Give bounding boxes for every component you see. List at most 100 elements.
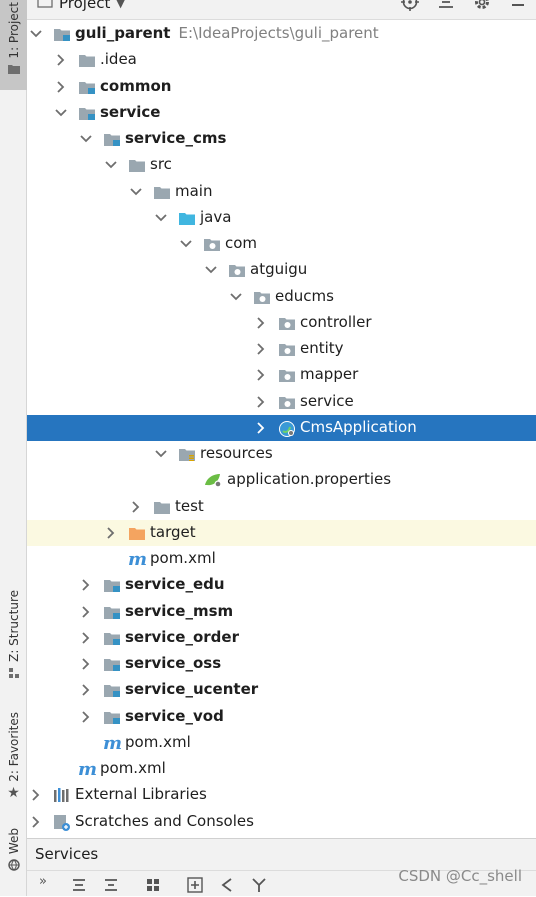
chevron-right-icon[interactable] — [79, 631, 93, 645]
chevron-right-icon[interactable] — [104, 526, 118, 540]
tree-node-pom-xml[interactable]: m pom.xml — [27, 546, 536, 572]
favorites-tab-label: 2: Favorites — [6, 712, 21, 782]
spring-properties-icon — [203, 472, 222, 488]
chevron-right-icon[interactable] — [29, 788, 43, 802]
tree-node-label: pom.xml — [100, 759, 166, 777]
chevron-right-icon[interactable] — [29, 815, 43, 829]
tree-node-label: educms — [275, 286, 334, 305]
tree-node-java[interactable]: java — [27, 205, 536, 231]
chevron-right-icon[interactable] — [79, 605, 93, 619]
tree-node-mapper[interactable]: mapper — [27, 362, 536, 388]
services-panel-header[interactable]: Services — [27, 838, 536, 870]
tree-node-external-libraries[interactable]: External Libraries — [27, 782, 536, 808]
chevron-right-icon[interactable] — [54, 80, 68, 94]
chevron-down-icon[interactable] — [29, 27, 43, 41]
tree-node--idea[interactable]: .idea — [27, 47, 536, 73]
tree-node-target[interactable]: target — [27, 519, 536, 546]
filter-icon[interactable] — [219, 877, 235, 893]
add-service-icon[interactable] — [187, 877, 203, 893]
chevron-down-icon[interactable] — [79, 132, 93, 146]
tree-node-service-ucenter[interactable]: service_ucenter — [27, 677, 536, 703]
chevron-down-icon[interactable] — [154, 211, 168, 225]
gear-icon[interactable] — [472, 0, 492, 12]
tree-node-service-vod[interactable]: service_vod — [27, 704, 536, 730]
module-folder-icon — [103, 656, 121, 672]
chevron-right-icon[interactable] — [79, 710, 93, 724]
structure-tool-tab[interactable]: Z: Structure — [0, 590, 27, 680]
tree-node-label: resources — [200, 444, 273, 462]
tree-node-application-properties[interactable]: application.properties — [27, 467, 536, 493]
favorites-tool-tab[interactable]: 2: Favorites ★ — [0, 712, 27, 801]
tree-node-service[interactable]: service — [27, 100, 536, 126]
chevron-right-icon[interactable] — [54, 53, 68, 67]
folder-icon — [128, 157, 146, 173]
chevron-right-icon[interactable] — [129, 500, 143, 514]
tree-node-src[interactable]: src — [27, 152, 536, 178]
tree-node-resources[interactable]: resources — [27, 441, 536, 467]
tree-node-atguigu[interactable]: atguigu — [27, 257, 536, 283]
collapse-all-icon[interactable] — [103, 877, 119, 893]
structure-tab-label: Z: Structure — [6, 590, 21, 662]
chevron-down-icon[interactable] — [179, 237, 193, 251]
tree-node-label: mapper — [300, 365, 359, 384]
chevron-right-icon[interactable] — [254, 421, 268, 435]
libraries-icon — [53, 787, 71, 803]
maven-icon: m — [78, 759, 98, 780]
expand-all-icon[interactable] — [71, 877, 87, 893]
chevron-right-icon[interactable] — [79, 578, 93, 592]
double-chevron-icon[interactable]: » — [39, 874, 55, 890]
package-icon — [278, 341, 296, 357]
tree-node-label: entity — [300, 339, 344, 357]
tree-node-service-edu[interactable]: service_edu — [27, 572, 536, 598]
project-path: E:\IdeaProjects\guli_parent — [178, 24, 379, 42]
tree-node-cmsapplication[interactable]: CmsApplication — [27, 414, 536, 441]
chevron-right-icon[interactable] — [254, 395, 268, 409]
chevron-down-icon[interactable] — [229, 290, 243, 304]
tree-node-service-cms[interactable]: service_cms — [27, 126, 536, 152]
chevron-right-icon[interactable] — [254, 316, 268, 330]
excluded-folder-icon — [128, 525, 146, 541]
tree-node-pom-xml[interactable]: m pom.xml — [27, 730, 536, 756]
module-folder-icon — [78, 79, 96, 95]
tree-node-scratches-and-consoles[interactable]: Scratches and Consoles — [27, 809, 536, 835]
chevron-down-icon[interactable] — [104, 158, 118, 172]
chevron-down-icon[interactable] — [54, 106, 68, 120]
tree-node-pom-xml[interactable]: m pom.xml — [27, 756, 536, 782]
tree-node-main[interactable]: main — [27, 179, 536, 205]
chevron-down-icon[interactable] — [154, 447, 168, 461]
locate-icon[interactable] — [400, 0, 420, 12]
tree-node-entity[interactable]: entity — [27, 336, 536, 362]
package-icon — [278, 367, 296, 383]
watermark: CSDN @Cc_shell — [398, 867, 522, 885]
tree-node-service-msm[interactable]: service_msm — [27, 599, 536, 625]
tree-icon[interactable] — [251, 877, 267, 893]
chevron-right-icon[interactable] — [254, 368, 268, 382]
chevron-right-icon[interactable] — [79, 683, 93, 697]
project-view-dropdown[interactable]: Project ▼ — [37, 0, 125, 12]
tree-node-service-oss[interactable]: service_oss — [27, 651, 536, 677]
maven-icon: m — [128, 549, 148, 570]
scratches-icon — [53, 814, 71, 831]
header-toolbar — [400, 0, 528, 12]
collapse-all-icon[interactable] — [436, 0, 456, 12]
chevron-down-icon[interactable] — [129, 185, 143, 199]
chevron-right-icon[interactable] — [79, 657, 93, 671]
tree-node-label: Scratches and Consoles — [75, 811, 254, 830]
tree-node-service-order[interactable]: service_order — [27, 625, 536, 651]
tree-node-service[interactable]: service — [27, 389, 536, 415]
tree-node-common[interactable]: common — [27, 74, 536, 100]
chevron-right-icon[interactable] — [254, 342, 268, 356]
project-tool-tab[interactable]: 1: Project — [0, 0, 27, 90]
tree-node-educms[interactable]: educms — [27, 284, 536, 310]
chevron-down-icon[interactable] — [204, 263, 218, 277]
tree-node-com[interactable]: com — [27, 231, 536, 257]
tree-node-label: service_ucenter — [125, 680, 259, 699]
hide-icon[interactable] — [508, 0, 528, 12]
web-tool-tab[interactable]: Web — [0, 828, 27, 872]
tree-node-test[interactable]: test — [27, 494, 536, 520]
tree-node-label: application.properties — [227, 470, 392, 489]
star-icon: ★ — [7, 784, 20, 801]
group-icon[interactable] — [145, 877, 161, 893]
tree-node-guli-parent[interactable]: guli_parent E:\IdeaProjects\guli_parent — [27, 21, 536, 47]
tree-node-controller[interactable]: controller — [27, 310, 536, 336]
